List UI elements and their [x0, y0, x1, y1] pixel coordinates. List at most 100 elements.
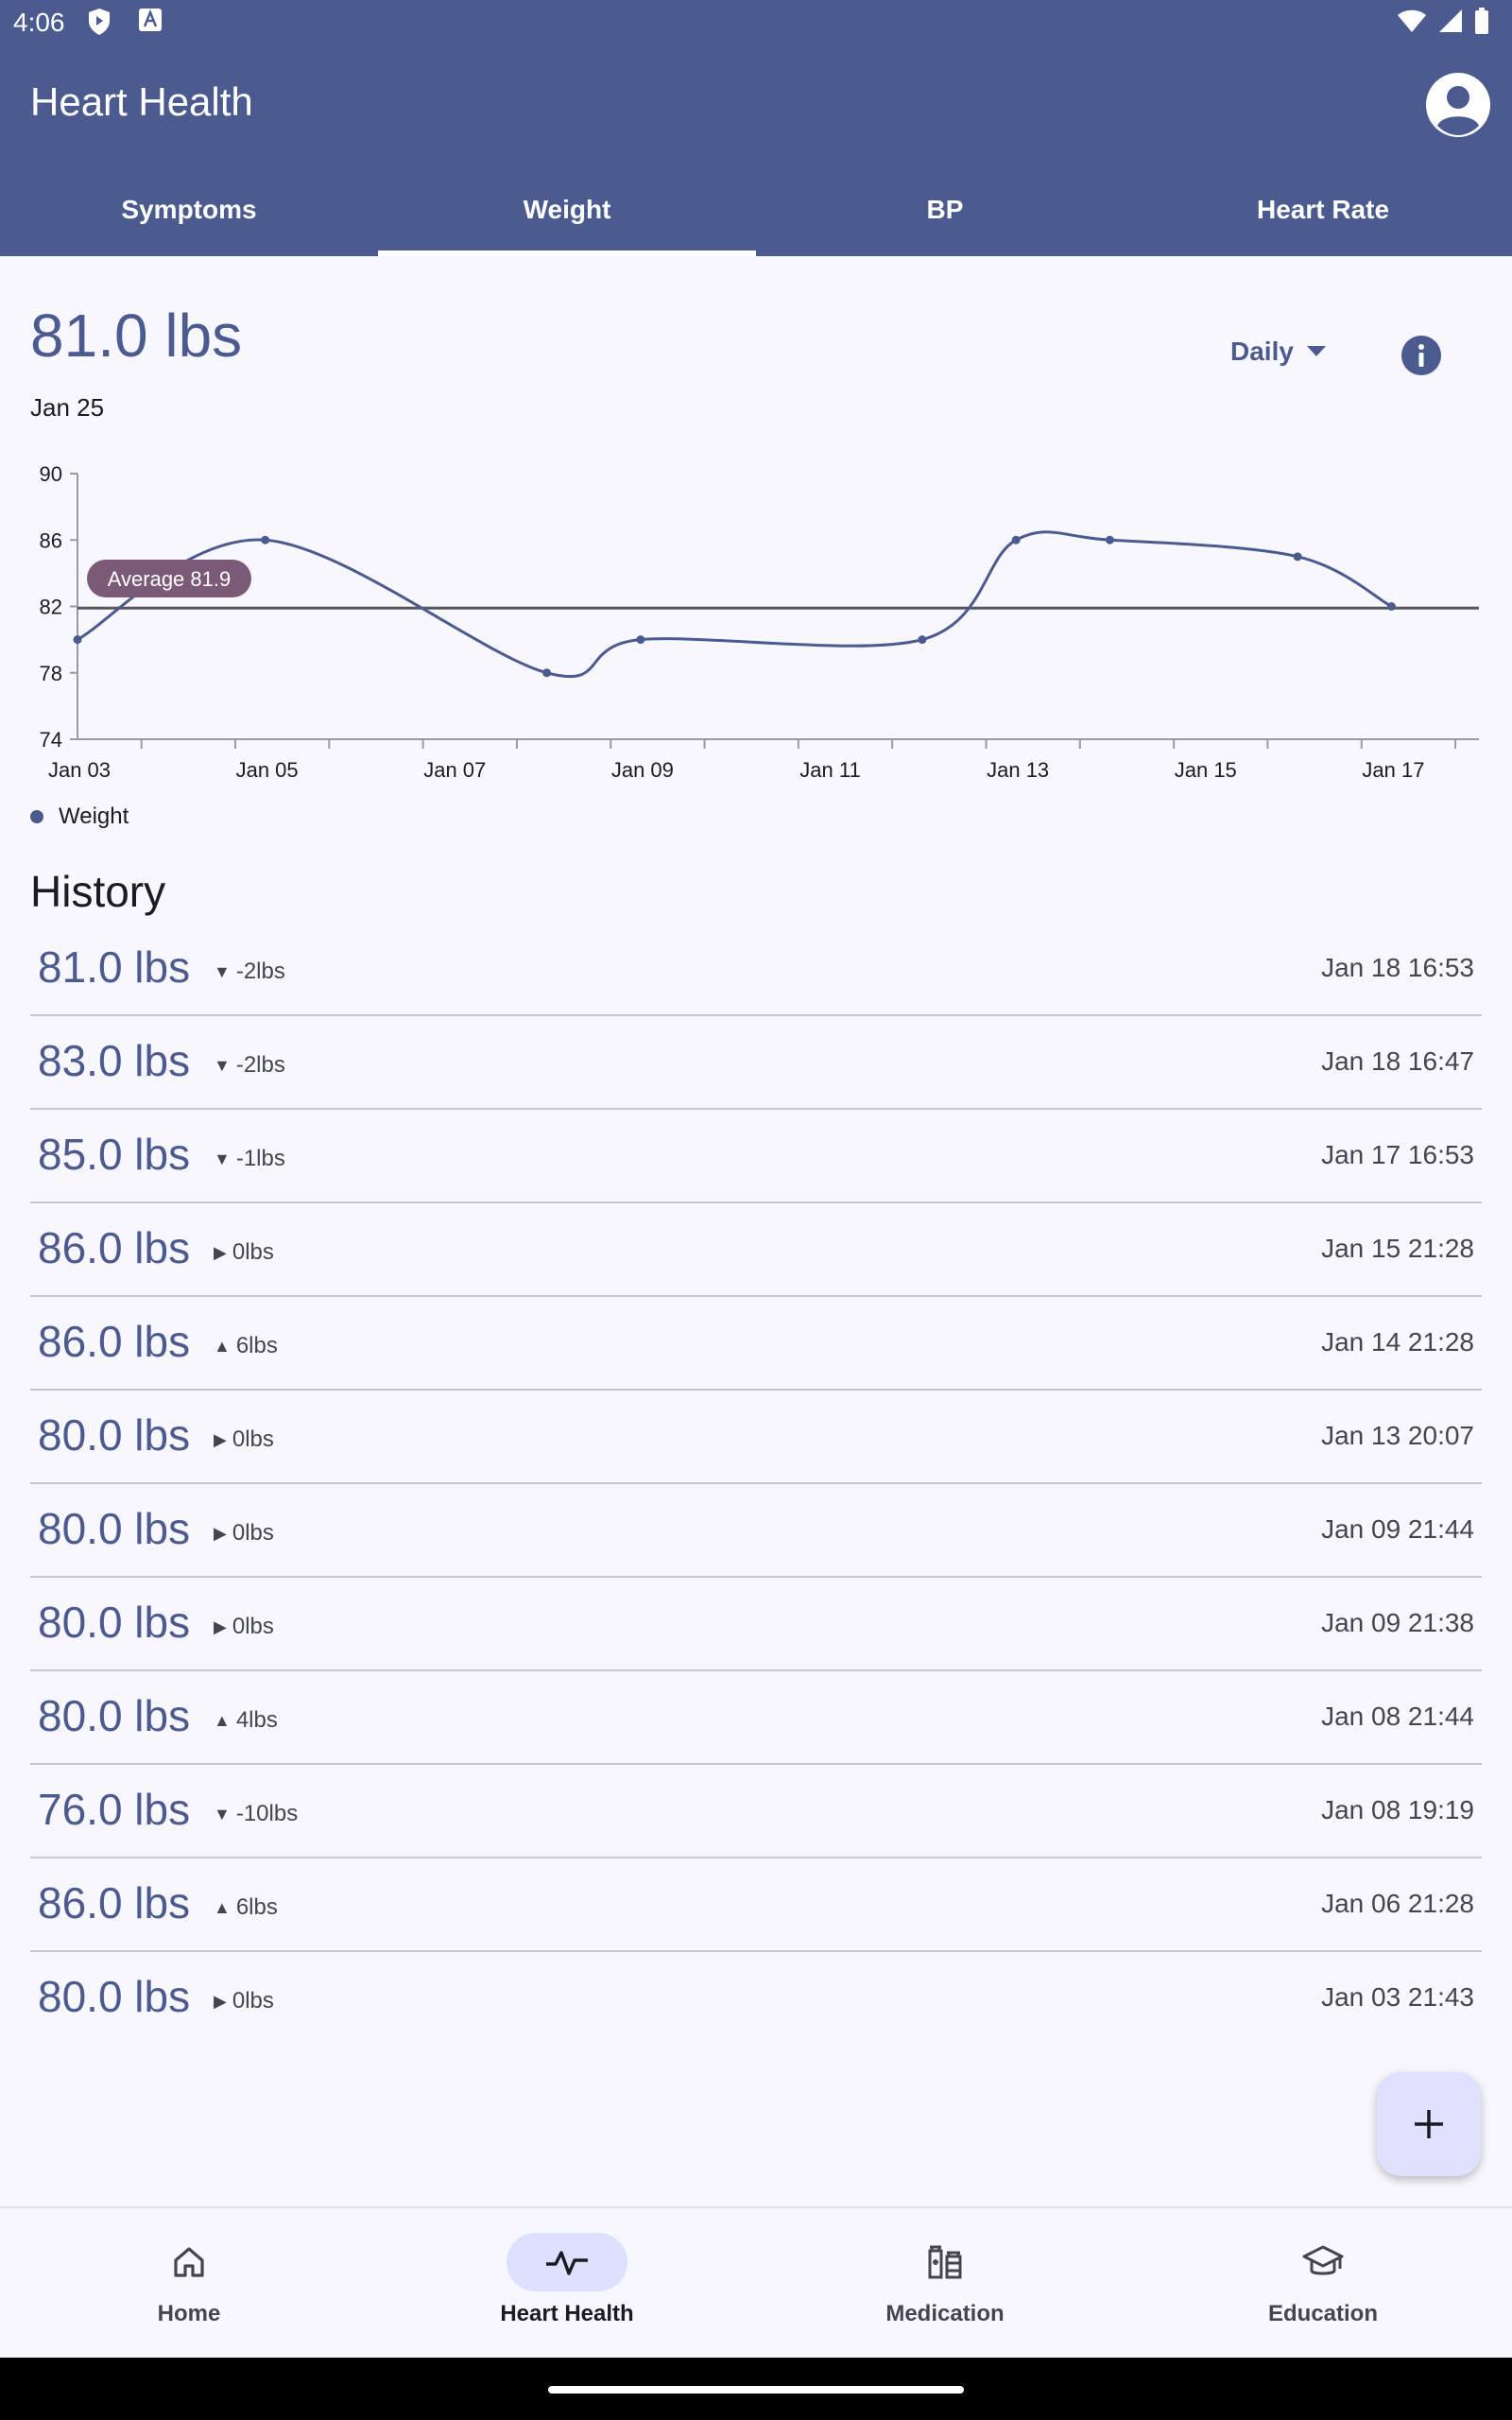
- history-timestamp: Jan 13 20:07: [1321, 1421, 1474, 1450]
- nav-heart-health[interactable]: Heart Health: [378, 2208, 756, 2360]
- history-row[interactable]: 80.0 lbs ▶ 0lbs Jan 13 20:07: [30, 1391, 1482, 1484]
- change-flat-arrow-icon: ▶: [214, 1523, 227, 1543]
- y-tick-label: 82: [40, 596, 62, 619]
- nav-medication-indicator: [885, 2233, 1005, 2291]
- font-icon: [139, 9, 162, 31]
- tab-symptoms[interactable]: Symptoms: [0, 168, 378, 256]
- nav-medication-label: Medication: [885, 2301, 1005, 2326]
- history-change: ▼ -2lbs: [214, 959, 285, 985]
- history-row[interactable]: 83.0 lbs ▼ -2lbs Jan 18 16:47: [30, 1016, 1482, 1110]
- history-change-amount: -1lbs: [235, 1146, 285, 1171]
- history-change-amount: -2lbs: [235, 1052, 285, 1078]
- period-dropdown[interactable]: Daily: [1230, 337, 1326, 367]
- nav-education-indicator: [1263, 2233, 1383, 2291]
- signal-icon: [1439, 9, 1462, 32]
- data-point: [542, 668, 552, 678]
- history-change-amount: 0lbs: [232, 1520, 274, 1546]
- x-tick-label: Jan 07: [423, 758, 486, 782]
- app-title: Heart Health: [30, 79, 253, 124]
- y-tick-label: 86: [40, 528, 62, 552]
- nav-medication[interactable]: Medication: [756, 2208, 1134, 2360]
- history-value: 80.0 lbs: [38, 1972, 191, 2021]
- history-change: ▲ 6lbs: [214, 1894, 278, 1921]
- home-icon: [174, 2247, 204, 2277]
- home-gesture-bar[interactable]: [548, 2386, 964, 2394]
- tab-bp[interactable]: BP: [756, 168, 1134, 256]
- weight-series-line: [77, 530, 1393, 679]
- tab-bar: Symptoms Weight BP Heart Rate: [0, 168, 1512, 256]
- dropdown-arrow-icon: [1306, 346, 1326, 356]
- history-change-amount: 0lbs: [232, 1239, 274, 1265]
- change-flat-arrow-icon: ▶: [214, 1616, 227, 1636]
- history-value: 86.0 lbs: [38, 1223, 191, 1272]
- y-tick-label: 74: [40, 728, 62, 752]
- nav-home-label: Home: [157, 2301, 221, 2326]
- change-flat-arrow-icon: ▶: [214, 1429, 227, 1449]
- history-row[interactable]: 76.0 lbs ▼ -10lbs Jan 08 19:19: [30, 1765, 1482, 1858]
- status-icons-right: [1397, 8, 1489, 34]
- data-point: [918, 635, 927, 645]
- info-icon[interactable]: [1400, 335, 1442, 376]
- history-change-amount: 6lbs: [235, 1333, 278, 1358]
- history-value: 80.0 lbs: [38, 1691, 191, 1740]
- history-timestamp: Jan 08 21:44: [1321, 1702, 1474, 1731]
- history-row[interactable]: 80.0 lbs ▶ 0lbs Jan 03 21:43: [30, 1952, 1482, 2044]
- history-row[interactable]: 85.0 lbs ▼ -1lbs Jan 17 16:53: [30, 1110, 1482, 1203]
- x-tick-label: Jan 13: [987, 758, 1049, 782]
- change-up-arrow-icon: ▲: [214, 1336, 231, 1356]
- history-row[interactable]: 80.0 lbs ▲ 4lbs Jan 08 21:44: [30, 1671, 1482, 1765]
- history-change-amount: -2lbs: [235, 959, 285, 984]
- history-timestamp: Jan 15 21:28: [1321, 1234, 1474, 1263]
- history-timestamp: Jan 06 21:28: [1321, 1889, 1474, 1918]
- change-flat-arrow-icon: ▶: [214, 1242, 227, 1262]
- history-change: ▶ 0lbs: [214, 1520, 274, 1547]
- history-value: 76.0 lbs: [38, 1785, 191, 1834]
- change-up-arrow-icon: ▲: [214, 1897, 231, 1917]
- history-change-amount: 0lbs: [232, 1426, 274, 1452]
- heart-pulse-icon: [546, 2251, 588, 2275]
- history-change-amount: 6lbs: [235, 1894, 278, 1920]
- history-row[interactable]: 80.0 lbs ▶ 0lbs Jan 09 21:44: [30, 1484, 1482, 1578]
- battery-icon: [1475, 8, 1488, 34]
- history-change-amount: -10lbs: [235, 1801, 299, 1826]
- history-row[interactable]: 80.0 lbs ▶ 0lbs Jan 09 21:38: [30, 1578, 1482, 1671]
- data-point: [1386, 602, 1396, 611]
- account-icon[interactable]: [1425, 72, 1491, 138]
- nav-education[interactable]: Education: [1134, 2208, 1512, 2360]
- history-value: 80.0 lbs: [38, 1410, 191, 1460]
- history-change-amount: 0lbs: [232, 1614, 274, 1639]
- legend-label: Weight: [59, 804, 129, 829]
- plus-icon: [1415, 2110, 1443, 2138]
- nav-heart-health-label: Heart Health: [500, 2301, 634, 2326]
- history-change: ▼ -10lbs: [214, 1801, 298, 1827]
- history-value: 80.0 lbs: [38, 1504, 191, 1553]
- data-point: [1011, 535, 1021, 544]
- tab-weight[interactable]: Weight: [378, 168, 756, 256]
- add-weight-button[interactable]: [1377, 2072, 1481, 2176]
- history-change: ▶ 0lbs: [214, 1426, 274, 1453]
- tab-heart-rate[interactable]: Heart Rate: [1134, 168, 1512, 256]
- history-title: History: [30, 867, 166, 916]
- history-row[interactable]: 86.0 lbs ▲ 6lbs Jan 14 21:28: [30, 1297, 1482, 1391]
- nav-home-indicator: [129, 2233, 249, 2291]
- x-tick-label: Jan 15: [1175, 758, 1237, 782]
- history-timestamp: Jan 14 21:28: [1321, 1327, 1474, 1357]
- history-timestamp: Jan 09 21:44: [1321, 1514, 1474, 1544]
- history-change: ▲ 4lbs: [214, 1707, 278, 1734]
- x-tick-label: Jan 05: [236, 758, 299, 782]
- history-list: 81.0 lbs ▼ -2lbs Jan 18 16:53 83.0 lbs ▼ -2lbs…: [30, 923, 1482, 2044]
- status-time: 4:06: [13, 8, 65, 37]
- history-change: ▲ 6lbs: [214, 1333, 278, 1359]
- x-tick-label: Jan 09: [611, 758, 674, 782]
- history-row[interactable]: 86.0 lbs ▲ 6lbs Jan 06 21:28: [30, 1858, 1482, 1952]
- status-bar: 4:06: [0, 0, 1512, 45]
- nav-home[interactable]: Home: [0, 2208, 378, 2360]
- history-row[interactable]: 86.0 lbs ▶ 0lbs Jan 15 21:28: [30, 1203, 1482, 1297]
- history-value: 86.0 lbs: [38, 1878, 191, 1927]
- history-value: 81.0 lbs: [38, 942, 191, 992]
- x-tick-label: Jan 17: [1362, 758, 1424, 782]
- change-down-arrow-icon: ▼: [214, 1149, 231, 1168]
- history-value: 83.0 lbs: [38, 1036, 191, 1085]
- chart-legend: Weight: [30, 804, 129, 830]
- history-row[interactable]: 81.0 lbs ▼ -2lbs Jan 18 16:53: [30, 923, 1482, 1016]
